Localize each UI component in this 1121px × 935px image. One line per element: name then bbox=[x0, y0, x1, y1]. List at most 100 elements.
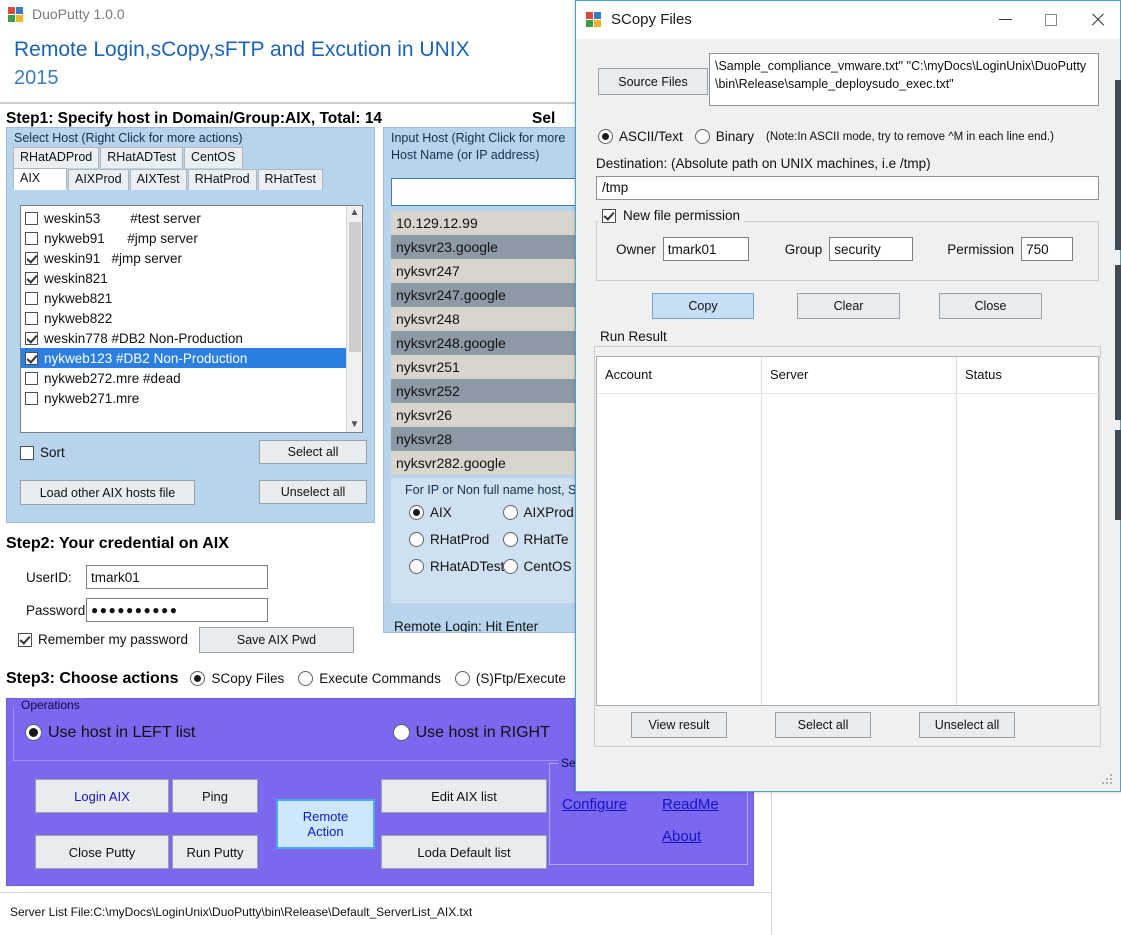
right-host-item[interactable]: nyksvr251 bbox=[391, 355, 587, 379]
sort-checkbox[interactable] bbox=[20, 445, 34, 460]
host-tab-centos[interactable]: CentOS bbox=[184, 147, 243, 168]
radio-indicator[interactable] bbox=[25, 724, 42, 741]
radio-indicator[interactable] bbox=[694, 129, 710, 144]
owner-input[interactable] bbox=[662, 237, 749, 261]
host-list-item[interactable]: nykweb91 #jmp server bbox=[21, 228, 346, 248]
radio-indicator[interactable] bbox=[454, 671, 470, 686]
minimize-icon[interactable] bbox=[982, 1, 1028, 39]
radio-indicator[interactable] bbox=[298, 671, 314, 686]
right-host-item[interactable]: nyksvr248.google bbox=[391, 331, 587, 355]
close-button[interactable]: Close bbox=[939, 293, 1042, 319]
new-file-permission-checkbox[interactable] bbox=[602, 208, 616, 223]
radio-indicator[interactable] bbox=[190, 671, 206, 686]
view-result-button[interactable]: View result bbox=[631, 712, 727, 738]
radio-indicator[interactable] bbox=[409, 505, 424, 520]
permission-input[interactable] bbox=[1021, 237, 1074, 261]
unselect-all-button[interactable]: Unselect all bbox=[259, 480, 367, 504]
host-checkbox[interactable] bbox=[25, 371, 38, 385]
edit-aix-list-button[interactable]: Edit AIX list bbox=[381, 779, 547, 813]
login-aix-button[interactable]: Login AIX bbox=[35, 779, 169, 813]
host-checkbox[interactable] bbox=[25, 331, 38, 345]
host-tab-rhatadtest[interactable]: RHatADTest bbox=[100, 147, 184, 168]
radio-indicator[interactable] bbox=[502, 532, 518, 547]
host-tab-aixprod[interactable]: AIXProd bbox=[68, 169, 129, 190]
right-host-item[interactable]: nyksvr248 bbox=[391, 307, 587, 331]
radio-indicator[interactable] bbox=[392, 724, 410, 741]
source-files-button[interactable]: Source Files bbox=[598, 68, 708, 95]
dialog-unselect-all-button[interactable]: Unselect all bbox=[919, 712, 1015, 738]
host-list-item[interactable]: nykweb123 #DB2 Non-Production bbox=[21, 348, 346, 368]
dialog-select-all-button[interactable]: Select all bbox=[775, 712, 871, 738]
host-checkbox[interactable] bbox=[25, 351, 38, 365]
ops-scope-radio-use-host-in-left-list[interactable]: Use host in LEFT list bbox=[25, 719, 393, 746]
host-type-radio-grid[interactable]: AIX AIXProd RHatProd RHatTe RHatADTest CentOS bbox=[391, 499, 587, 580]
right-host-item[interactable]: nyksvr252 bbox=[391, 379, 587, 403]
host-listbox[interactable]: weskin53 #test server nykweb91 #jmp serve… bbox=[20, 205, 363, 433]
host-list-item[interactable]: nykweb271.mre bbox=[21, 388, 346, 408]
scroll-down-icon[interactable]: ▼ bbox=[350, 418, 360, 432]
right-host-item[interactable]: nyksvr28 bbox=[391, 427, 587, 451]
close-icon[interactable] bbox=[1074, 1, 1120, 39]
host-list-item[interactable]: weskin821 bbox=[21, 268, 346, 288]
right-host-item[interactable]: nyksvr247.google bbox=[391, 283, 587, 307]
radio-indicator[interactable] bbox=[502, 505, 518, 520]
transfer-mode-radio-binary[interactable]: Binary bbox=[694, 123, 754, 150]
load-other-hosts-file-button[interactable]: Load other AIX hosts file bbox=[20, 480, 195, 505]
host-name-input[interactable] bbox=[391, 178, 587, 206]
right-host-item[interactable]: nyksvr26 bbox=[391, 403, 587, 427]
ping-button[interactable]: Ping bbox=[172, 779, 258, 813]
group-input[interactable] bbox=[829, 237, 914, 261]
source-files-textarea[interactable]: \Sample_compliance_vmware.txt'' "C:\myDo… bbox=[709, 53, 1099, 106]
userid-input[interactable] bbox=[86, 565, 268, 589]
host-checkbox[interactable] bbox=[25, 231, 38, 245]
host-checkbox[interactable] bbox=[25, 251, 38, 265]
radio-indicator[interactable] bbox=[598, 129, 613, 144]
save-aix-pwd-button[interactable]: Save AIX Pwd bbox=[199, 627, 354, 653]
radio-indicator[interactable] bbox=[409, 532, 424, 547]
resize-grip-icon[interactable] bbox=[1102, 774, 1114, 786]
host-checkbox[interactable] bbox=[25, 391, 38, 405]
transfer-mode-radios[interactable]: ASCII/Text Binary bbox=[598, 123, 766, 150]
load-default-list-button[interactable]: Loda Default list bbox=[381, 835, 547, 869]
password-input[interactable] bbox=[86, 598, 268, 622]
select-all-button[interactable]: Select all bbox=[259, 440, 367, 464]
step3-radio-s-ftp-execute[interactable]: (S)Ftp/Execute bbox=[454, 665, 566, 692]
host-tab-rhattest[interactable]: RHatTest bbox=[257, 169, 323, 190]
configure-link[interactable]: Configure bbox=[562, 796, 627, 813]
new-file-permission-legend[interactable]: New file permission bbox=[598, 208, 745, 223]
transfer-mode-radio-ascii-text[interactable]: ASCII/Text bbox=[598, 123, 683, 150]
scroll-thumb[interactable] bbox=[349, 222, 361, 352]
run-putty-button[interactable]: Run Putty bbox=[172, 835, 258, 869]
maximize-icon[interactable] bbox=[1028, 1, 1074, 39]
clear-button[interactable]: Clear bbox=[797, 293, 900, 319]
host-checkbox[interactable] bbox=[25, 291, 38, 305]
right-host-item[interactable]: nyksvr23.google bbox=[391, 235, 587, 259]
host-list-item[interactable]: weskin778 #DB2 Non-Production bbox=[21, 328, 346, 348]
host-tab-rhatadprod[interactable]: RHatADProd bbox=[13, 147, 100, 168]
host-tab-aix[interactable]: AIX bbox=[13, 168, 67, 190]
host-list-items[interactable]: weskin53 #test server nykweb91 #jmp serve… bbox=[21, 206, 346, 432]
radio-indicator[interactable] bbox=[409, 559, 424, 574]
host-list-item[interactable]: nykweb822 bbox=[21, 308, 346, 328]
about-link[interactable]: About bbox=[662, 828, 701, 845]
run-result-grid[interactable]: Account Server Status bbox=[596, 356, 1101, 706]
right-host-item[interactable]: nyksvr282.google bbox=[391, 451, 587, 475]
remember-password-row[interactable]: Remember my password bbox=[18, 632, 188, 647]
host-list-item[interactable]: weskin53 #test server bbox=[21, 208, 346, 228]
remote-action-button[interactable]: Remote Action bbox=[276, 799, 375, 849]
right-host-item[interactable]: 10.129.12.99 bbox=[391, 211, 587, 235]
right-host-item[interactable]: nyksvr247 bbox=[391, 259, 587, 283]
scroll-up-icon[interactable]: ▲ bbox=[350, 206, 360, 220]
host-list-item[interactable]: nykweb272.mre #dead bbox=[21, 368, 346, 388]
close-putty-button[interactable]: Close Putty bbox=[35, 835, 169, 869]
radio-indicator[interactable] bbox=[502, 559, 518, 574]
remember-password-checkbox[interactable] bbox=[18, 632, 32, 647]
host-checkbox[interactable] bbox=[25, 311, 38, 325]
right-host-list[interactable]: 10.129.12.99 nyksvr23.google nyksvr247 nyks… bbox=[391, 211, 587, 499]
host-list-scrollbar[interactable]: ▲ ▼ bbox=[346, 206, 362, 432]
destination-input[interactable]: /tmp bbox=[596, 176, 1099, 200]
host-list-item[interactable]: weskin91 #jmp server bbox=[21, 248, 346, 268]
host-tab-aixtest[interactable]: AIXTest bbox=[129, 169, 187, 190]
copy-button[interactable]: Copy bbox=[652, 293, 754, 319]
host-tab-rhatprod[interactable]: RHatProd bbox=[187, 169, 257, 190]
